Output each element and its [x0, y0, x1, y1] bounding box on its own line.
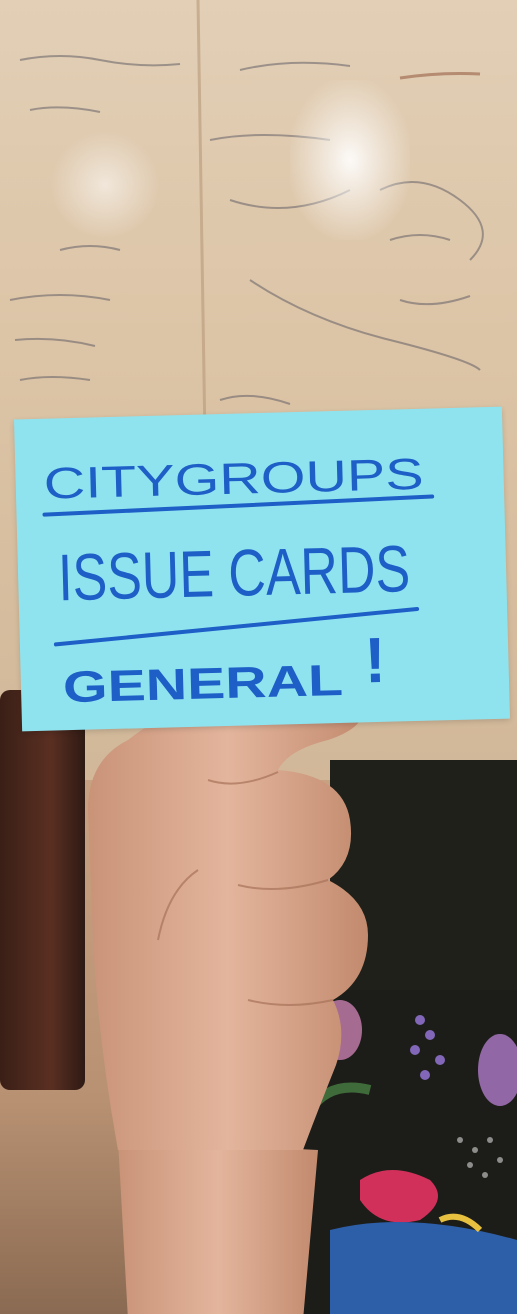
photo-scene: CITYGROUPS ISSUE CARDS GENERAL !: [0, 0, 517, 1314]
card-label-general: GENERAL: [62, 656, 343, 712]
hand: [88, 684, 368, 1314]
card-heading-issue-cards: ISSUE CARDS: [57, 531, 411, 614]
chair: [0, 690, 85, 1090]
light-glare: [50, 130, 160, 240]
issue-card: CITYGROUPS ISSUE CARDS GENERAL !: [14, 406, 511, 732]
card-exclamation-mark: !: [363, 624, 386, 697]
light-glare: [290, 80, 410, 240]
card-ink: CITYGROUPS ISSUE CARDS GENERAL !: [42, 450, 435, 712]
